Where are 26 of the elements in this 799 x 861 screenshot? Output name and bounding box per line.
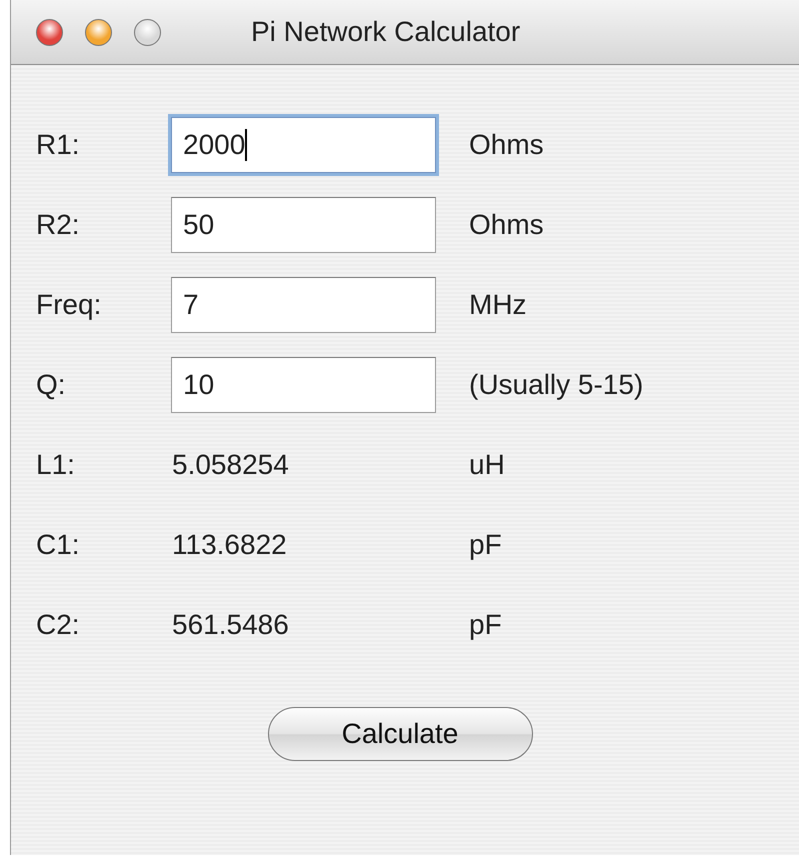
input-field[interactable]: 7 [171,277,436,333]
calculate-button[interactable]: Calculate [268,707,532,761]
field-label: R2: [36,209,81,241]
result-value: 5.058254 [171,449,290,481]
result-value: 561.5486 [171,609,290,641]
unit-label: MHz [469,289,527,321]
window-control-icon[interactable] [134,18,161,46]
field-label: L1: [36,449,76,481]
unit-label: Ohms [469,129,544,161]
unit-label: pF [469,529,502,561]
field-label: C1: [36,529,81,561]
window-control-icon[interactable] [36,18,63,46]
unit-label: Ohms [469,209,544,241]
field-label: R1: [36,129,81,161]
input-field[interactable]: 10 [171,357,436,413]
window-title: Pi Network Calculator [250,16,520,48]
field-label: Freq: [36,289,102,321]
unit-label: uH [469,449,505,481]
window-control-icon[interactable] [85,18,112,46]
input-field[interactable]: 2000 [171,117,436,173]
field-label: C2: [36,609,81,641]
input-field[interactable]: 50 [171,197,436,253]
unit-label: (Usually 5-15) [469,369,644,401]
unit-label: pF [469,609,502,641]
field-label: Q: [36,369,67,401]
result-value: 113.6822 [171,529,288,561]
